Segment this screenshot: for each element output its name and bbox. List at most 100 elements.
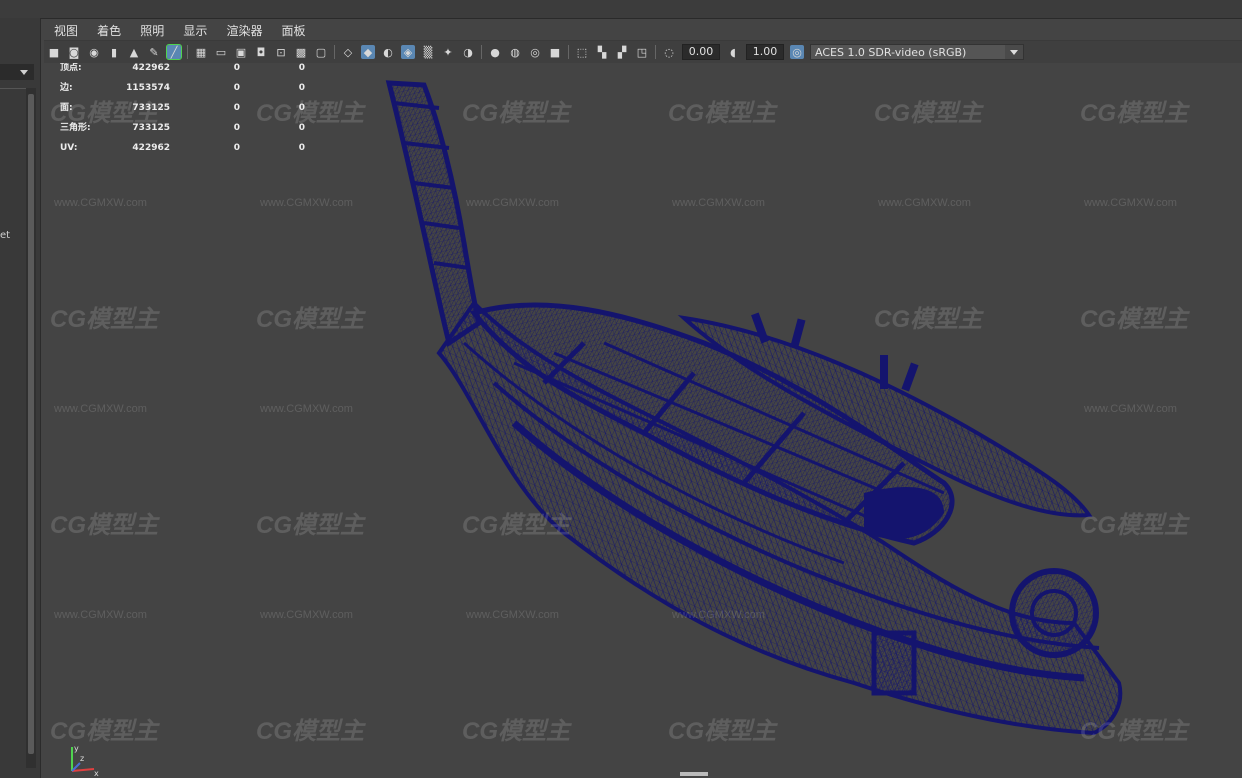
watermark-url: www.CGMXW.com — [260, 609, 353, 621]
color-management-icon[interactable]: ◎ — [790, 45, 804, 59]
menu-view[interactable]: 视图 — [54, 21, 78, 41]
x-axis-line — [71, 768, 95, 772]
xray-icon[interactable]: ◈ — [401, 45, 415, 59]
gamma-field[interactable]: 1.00 — [746, 44, 784, 60]
panel-dropdown[interactable] — [0, 64, 34, 80]
xray-active-icon[interactable]: ▞ — [615, 45, 629, 59]
menu-shading[interactable]: 着色 — [97, 21, 121, 41]
watermark-url: www.CGMXW.com — [466, 609, 559, 621]
hud-value: 733125 — [132, 123, 170, 133]
wireframe-shading-icon[interactable]: ◇ — [341, 45, 355, 59]
exposure-field[interactable]: 0.00 — [682, 44, 720, 60]
image-plane-icon[interactable]: ▲ — [127, 45, 141, 59]
depth-of-field-icon[interactable]: ■ — [548, 45, 562, 59]
exposure-icon[interactable]: ◌ — [662, 45, 676, 59]
menu-lighting[interactable]: 照明 — [140, 21, 164, 41]
hud-label: 面: — [60, 103, 73, 113]
grease-pencil-icon[interactable]: ✎ — [147, 45, 161, 59]
gamma-icon[interactable]: ◖ — [726, 45, 740, 59]
watermark-url: www.CGMXW.com — [878, 197, 971, 209]
wireframe-on-shaded-icon[interactable]: ╱ — [166, 44, 182, 60]
smooth-shade-icon[interactable]: ◆ — [361, 45, 375, 59]
poly-count-hud: 顶点: 422962 0 0 边: 1153574 0 0 面: 733125 0 0 三角形: 7… — [60, 63, 320, 163]
hud-value: 0 — [233, 103, 240, 113]
watermark-logo: CG模型主 — [50, 512, 158, 539]
frame-all-icon[interactable]: ◳ — [635, 45, 649, 59]
watermark-logo: CG模型主 — [256, 718, 364, 745]
grid-icon[interactable]: ▦ — [194, 45, 208, 59]
watermark-url: www.CGMXW.com — [466, 197, 559, 209]
watermark-url: www.CGMXW.com — [260, 403, 353, 415]
gate-mask-icon[interactable]: ◘ — [254, 45, 268, 59]
hud-value: 422962 — [132, 63, 170, 73]
menu-panels[interactable]: 面板 — [282, 21, 306, 41]
watermark-logo: CG模型主 — [50, 306, 158, 333]
watermark-logo: CG模型主 — [462, 512, 570, 539]
bookmark-icon[interactable]: ▮ — [107, 45, 121, 59]
watermark-url: www.CGMXW.com — [672, 197, 765, 209]
panel-text-fragment: et — [0, 230, 11, 241]
hud-row-edges: 边: 1153574 0 0 — [60, 83, 320, 103]
default-material-icon[interactable]: ◐ — [381, 45, 395, 59]
hud-value: 422962 — [132, 143, 170, 153]
boat-wireframe-model — [385, 80, 1123, 736]
camera-attributes-icon[interactable]: ◉ — [87, 45, 101, 59]
hud-value: 0 — [298, 143, 305, 153]
hud-label: 顶点: — [60, 63, 82, 73]
hud-value: 0 — [298, 63, 305, 73]
viewport-menubar: 视图 着色 照明 显示 渲染器 面板 — [44, 20, 1242, 41]
hud-value: 733125 — [132, 103, 170, 113]
hud-value: 1153574 — [126, 83, 170, 93]
x-axis-label: x — [94, 769, 99, 777]
hud-value: 0 — [298, 103, 305, 113]
z-axis-label: z — [80, 754, 84, 763]
watermark-logo: CG模型主 — [668, 718, 776, 745]
xray-joints-icon[interactable]: ▚ — [595, 45, 609, 59]
hud-value: 0 — [233, 63, 240, 73]
hud-value: 0 — [233, 143, 240, 153]
safe-title-icon[interactable]: ▢ — [314, 45, 328, 59]
menu-show[interactable]: 显示 — [183, 21, 207, 41]
watermark-logo: CG模型主 — [50, 718, 158, 745]
chevron-down-icon[interactable] — [1005, 45, 1023, 59]
hud-label: UV: — [60, 143, 78, 153]
hud-value: 0 — [233, 83, 240, 93]
toolbar-separator — [655, 45, 656, 59]
isolate-select-icon[interactable]: ⬚ — [575, 45, 589, 59]
toolbar-separator — [334, 45, 335, 59]
menu-renderer[interactable]: 渲染器 — [226, 21, 262, 41]
toolbar-separator — [481, 45, 482, 59]
hud-value: 0 — [298, 123, 305, 133]
camera-icon[interactable]: ■ — [47, 45, 61, 59]
watermark-logo: CG模型主 — [256, 306, 364, 333]
motion-blur-icon[interactable]: ◍ — [508, 45, 522, 59]
watermark-url: www.CGMXW.com — [1084, 197, 1177, 209]
hud-row-uvs: UV: 422962 0 0 — [60, 143, 320, 163]
textured-icon[interactable]: ▒ — [421, 45, 435, 59]
lights-icon[interactable]: ✦ — [441, 45, 455, 59]
hud-value: 0 — [298, 83, 305, 93]
color-space-value: ACES 1.0 SDR-video (sRGB) — [815, 46, 967, 59]
camera-lock-icon[interactable]: ◙ — [67, 45, 81, 59]
watermark-url: www.CGMXW.com — [54, 197, 147, 209]
hud-row-faces: 面: 733125 0 0 — [60, 103, 320, 123]
watermark-logo: CG模型主 — [462, 718, 570, 745]
hud-row-vertices: 顶点: 422962 0 0 — [60, 63, 320, 83]
film-gate-icon[interactable]: ▭ — [214, 45, 228, 59]
watermark-url: www.CGMXW.com — [1084, 403, 1177, 415]
color-space-select[interactable]: ACES 1.0 SDR-video (sRGB) — [810, 44, 1024, 60]
resolution-gate-icon[interactable]: ▣ — [234, 45, 248, 59]
3d-viewport[interactable]: CG模型主 CG模型主 CG模型主 CG模型主 CG模型主 CG模型主 www.… — [44, 63, 1242, 778]
toolbar-separator — [187, 45, 188, 59]
scrollbar-thumb[interactable] — [28, 94, 34, 754]
field-chart-icon[interactable]: ⊡ — [274, 45, 288, 59]
ambient-occlusion-icon[interactable]: ● — [488, 45, 502, 59]
antialiasing-icon[interactable]: ◎ — [528, 45, 542, 59]
watermark-logo: CG模型主 — [1080, 512, 1188, 539]
safe-action-icon[interactable]: ▩ — [294, 45, 308, 59]
watermark-url: www.CGMXW.com — [260, 197, 353, 209]
shadows-icon[interactable]: ◑ — [461, 45, 475, 59]
watermark-logo: CG模型主 — [256, 512, 364, 539]
panel-scrollbar[interactable] — [26, 88, 36, 768]
hud-value: 0 — [233, 123, 240, 133]
